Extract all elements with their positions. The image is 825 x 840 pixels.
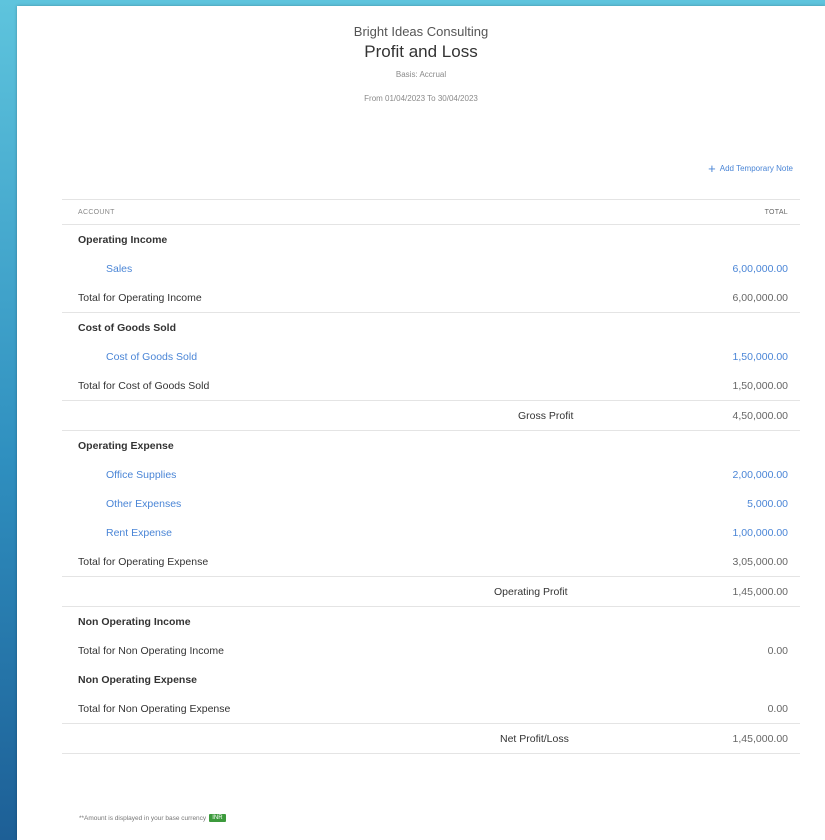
account-link[interactable]: Other Expenses xyxy=(106,498,181,510)
company-name: Bright Ideas Consulting xyxy=(353,24,489,39)
net-profit-label: Net Profit/Loss xyxy=(500,732,569,745)
account-amount-link[interactable]: 6,00,000.00 xyxy=(733,263,788,275)
account-link[interactable]: Rent Expense xyxy=(106,527,172,539)
report-title: Profit and Loss xyxy=(364,42,478,61)
section-heading-row: Operating Expense xyxy=(62,431,800,460)
section-heading: Operating Income xyxy=(78,233,168,246)
section-heading-row: Operating Income xyxy=(62,225,800,254)
report-page: Bright Ideas Consulting Profit and Loss … xyxy=(17,6,825,840)
account-row[interactable]: Cost of Goods Sold 1,50,000.00 xyxy=(62,342,800,371)
net-profit-row: Net Profit/Loss 1,45,000.00 xyxy=(62,724,800,754)
footnote-text: **Amount is displayed in your base curre… xyxy=(79,814,207,822)
account-amount-link[interactable]: 1,50,000.00 xyxy=(733,351,788,363)
section-total-value: 6,00,000.00 xyxy=(732,291,788,304)
operating-profit-value: 1,45,000.00 xyxy=(732,585,788,598)
account-row[interactable]: Office Supplies 2,00,000.00 xyxy=(62,460,800,489)
account-row[interactable]: Sales 6,00,000.00 xyxy=(62,254,800,283)
currency-footnote: **Amount is displayed in your base curre… xyxy=(79,814,226,822)
gross-profit-row: Gross Profit 4,50,000.00 xyxy=(62,401,800,431)
section-heading: Non Operating Income xyxy=(78,615,191,628)
net-profit-value: 1,45,000.00 xyxy=(732,732,788,745)
section-heading: Non Operating Expense xyxy=(78,673,198,686)
section-heading: Operating Expense xyxy=(78,439,174,452)
section-heading-row: Non Operating Income xyxy=(62,607,800,636)
section-total-label: Total for Operating Income xyxy=(78,291,202,304)
gross-profit-label: Gross Profit xyxy=(518,409,574,422)
section-total-row: Total for Non Operating Income 0.00 xyxy=(62,636,800,665)
section-total-row: Total for Operating Expense 3,05,000.00 xyxy=(62,547,800,577)
section-total-label: Total for Cost of Goods Sold xyxy=(78,379,210,392)
account-link[interactable]: Sales xyxy=(106,263,132,275)
account-link[interactable]: Office Supplies xyxy=(106,469,176,481)
section-total-label: Total for Non Operating Expense xyxy=(78,702,231,715)
section-total-label: Total for Non Operating Income xyxy=(78,644,224,657)
section-total-label: Total for Operating Expense xyxy=(78,555,209,568)
section-heading: Cost of Goods Sold xyxy=(78,321,176,334)
section-total-value: 1,50,000.00 xyxy=(732,379,788,392)
operating-profit-label: Operating Profit xyxy=(494,585,568,598)
column-header-account: ACCOUNT xyxy=(78,208,115,216)
account-row[interactable]: Rent Expense 1,00,000.00 xyxy=(62,518,800,547)
column-header-total: TOTAL xyxy=(764,208,788,216)
section-total-row: Total for Operating Income 6,00,000.00 xyxy=(62,283,800,313)
account-amount-link[interactable]: 5,000.00 xyxy=(747,498,788,510)
section-heading-row: Cost of Goods Sold xyxy=(62,313,800,342)
plus-icon: + xyxy=(708,160,716,176)
report-date-range: From 01/04/2023 To 30/04/2023 xyxy=(364,94,478,103)
currency-badge: INR xyxy=(209,814,226,822)
section-total-row: Total for Non Operating Expense 0.00 xyxy=(62,694,800,724)
section-total-value: 3,05,000.00 xyxy=(732,555,788,568)
account-amount-link[interactable]: 2,00,000.00 xyxy=(733,469,788,481)
operating-profit-row: Operating Profit 1,45,000.00 xyxy=(62,577,800,607)
table-header-row: ACCOUNT TOTAL xyxy=(62,199,800,225)
section-heading-row: Non Operating Expense xyxy=(62,665,800,694)
section-total-value: 0.00 xyxy=(767,644,788,657)
section-total-row: Total for Cost of Goods Sold 1,50,000.00 xyxy=(62,371,800,401)
section-total-value: 0.00 xyxy=(767,702,788,715)
gross-profit-value: 4,50,000.00 xyxy=(732,409,788,422)
profit-loss-table: ACCOUNT TOTAL Operating Income Sales 6,0… xyxy=(62,199,800,754)
add-temporary-note-button[interactable]: + Add Temporary Note xyxy=(708,160,793,176)
account-link[interactable]: Cost of Goods Sold xyxy=(106,351,197,363)
report-basis: Basis: Accrual xyxy=(395,70,447,79)
account-amount-link[interactable]: 1,00,000.00 xyxy=(733,527,788,539)
add-note-label: Add Temporary Note xyxy=(719,164,793,173)
account-row[interactable]: Other Expenses 5,000.00 xyxy=(62,489,800,518)
